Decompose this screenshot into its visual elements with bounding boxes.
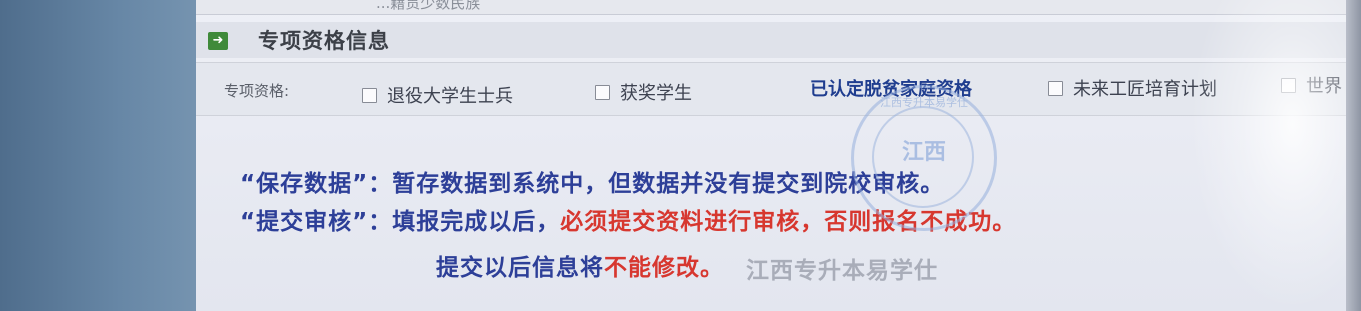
section-header: ➜ 专项资格信息 [196, 22, 1361, 58]
option-award-student[interactable]: 获奖学生 [595, 79, 692, 105]
checkbox-future-craftsman[interactable] [1048, 80, 1063, 96]
notice-save-data: “保存数据”：暂存数据到系统中，但数据并没有提交到院校审核。 [240, 171, 945, 197]
notice-no-modify: 提交以后信息将不能修改。 [436, 248, 724, 282]
previous-row-strip: ...籍贯少数民族 [196, 0, 1361, 15]
notice-no-modify-prefix: 提交以后信息将 [436, 255, 604, 281]
watermark-text: 江西专升本易学仕 [746, 258, 938, 284]
option-retired-soldier-label: 退役大学生士兵 [387, 86, 513, 107]
notice-submit-review-prefix: “提交审核”：填报完成以后， [240, 209, 561, 235]
qualification-label: 专项资格: [224, 82, 290, 100]
checkbox-retired-soldier[interactable] [362, 87, 377, 103]
option-award-student-label: 获奖学生 [620, 83, 692, 104]
option-retired-soldier[interactable]: 退役大学生士兵 [362, 82, 513, 108]
form-screen: ...籍贯少数民族 ➜ 专项资格信息 专项资格: 退役大学生士兵 获奖学生 已认… [196, 0, 1361, 311]
stamp-ring-text: 江西专升本易学仕 [880, 96, 968, 109]
screen-glare [1190, 0, 1361, 311]
arrow-right-icon: ➜ [208, 32, 228, 50]
previous-row-text: ...籍贯少数民族 [376, 0, 481, 12]
photo-left-bezel [0, 0, 200, 311]
checkbox-award-student[interactable] [595, 84, 610, 100]
section-title: 专项资格信息 [258, 29, 390, 53]
watermark-stamp: 江西专升本易学仕 江西 [851, 85, 997, 231]
notice-no-modify-warning: 不能修改。 [604, 255, 724, 281]
stamp-center-text: 江西 [901, 140, 946, 165]
photo-right-edge [1346, 0, 1361, 311]
special-qualification-row: 专项资格: 退役大学生士兵 获奖学生 已认定脱贫家庭资格 未来工匠培育计划 世界 [196, 62, 1361, 116]
